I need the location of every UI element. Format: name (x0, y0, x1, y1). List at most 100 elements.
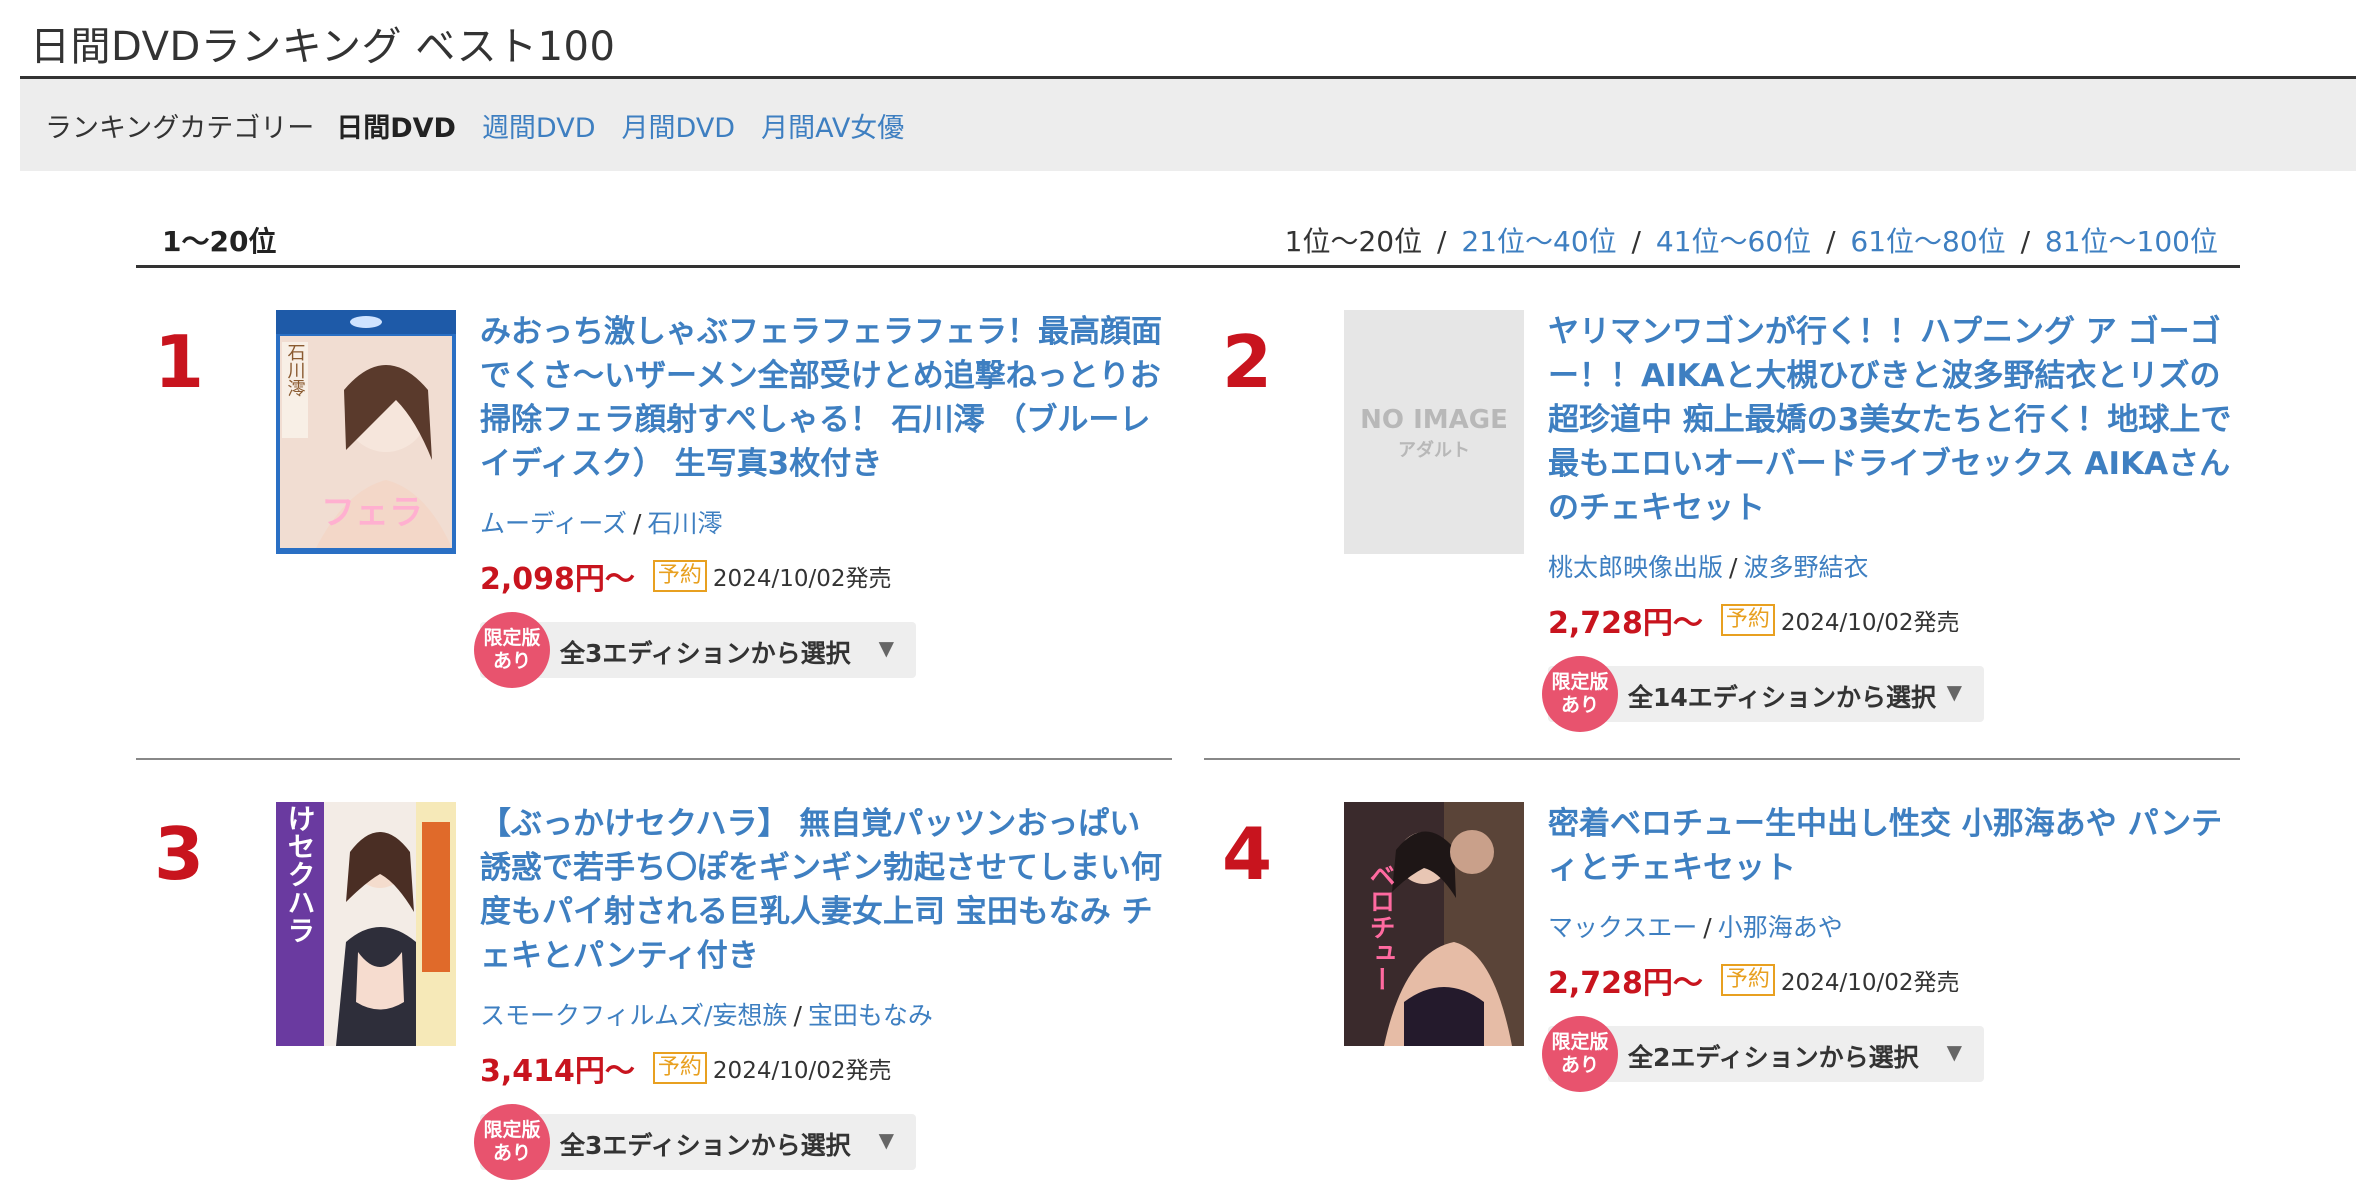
range-link-81-100[interactable]: 81位〜100位 (2045, 225, 2218, 258)
svg-text:ぶっかけセクハラ: ぶっかけセクハラ (284, 802, 317, 944)
meta-separator: / (633, 509, 642, 538)
limited-badge-line1: 限定版 (1551, 671, 1609, 693)
rank-number: 1 (153, 320, 205, 404)
svg-text:ベロチュー: ベロチュー (1365, 862, 1395, 992)
release-date: 2024/10/02発売 (712, 1058, 892, 1084)
product-info: みおっち激しゃぶフェラフェラフェラ！最高顔面でくさ〜いザーメン全部受けとめ追撃ね… (474, 310, 1170, 688)
edition-row: 限定版 あり 全14エディションから選択 ▼ (1542, 656, 2238, 732)
range-separator: / (1631, 225, 1641, 258)
limited-badge-line1: 限定版 (483, 627, 541, 649)
range-current-heading: 1〜20位 (162, 225, 277, 258)
limited-badge-line2: あり (492, 650, 531, 672)
range-link-61-80[interactable]: 61位〜80位 (1850, 225, 2005, 258)
no-image-placeholder: NO IMAGE アダルト (1344, 310, 1524, 554)
caret-down-icon: ▼ (878, 1128, 894, 1152)
reservation-badge: 予約 (1720, 964, 1775, 996)
product-thumbnail[interactable]: NO IMAGE アダルト (1344, 310, 1524, 554)
product-info: 【ぶっかけセクハラ】 無自覚パッツンおっぱい誘惑で若手ち〇ぽをギンギン勃起させて… (474, 802, 1170, 1180)
product-thumbnail[interactable]: ぶっかけセクハラ (276, 802, 456, 1046)
reservation-badge: 予約 (1720, 604, 1775, 636)
price: 2,098円〜 (480, 562, 635, 597)
product-title-link[interactable]: みおっち激しゃぶフェラフェラフェラ！最高顔面でくさ〜いザーメン全部受けとめ追撃ね… (480, 310, 1170, 486)
product-meta: マックスエー / 小那海あや (1548, 908, 2238, 944)
price: 2,728円〜 (1548, 966, 1703, 1001)
limited-badge-line2: あり (492, 1142, 531, 1164)
reservation-badge: 予約 (652, 560, 707, 592)
product-thumbnail[interactable]: 石川澪 フェラ (276, 310, 456, 554)
range-header: 1〜20位 1位〜20位 / 21位〜40位 / 41位〜60位 / 61位〜8… (136, 208, 2240, 268)
bluray-cover-image: 石川澪 フェラ (276, 310, 456, 554)
edition-select-label: 全14エディションから選択 (1628, 683, 1937, 712)
caret-down-icon: ▼ (1946, 680, 1962, 704)
release-date: 2024/10/02発売 (1780, 970, 1960, 996)
meta-separator: / (1729, 553, 1738, 582)
limited-badge-line1: 限定版 (483, 1119, 541, 1141)
rank-number: 2 (1221, 320, 1273, 404)
svg-text:アダルト: アダルト (1398, 439, 1470, 461)
product-meta: ムーディーズ / 石川澪 (480, 504, 1170, 540)
meta-separator: / (793, 1001, 802, 1030)
range-separator: / (1826, 225, 1836, 258)
ranking-category-bar: ランキングカテゴリー 日間DVD 週間DVD 月間DVD 月間AV女優 (20, 79, 2356, 171)
dvd-cover-image: ベロチュー (1344, 802, 1524, 1046)
edition-select-label: 全3エディションから選択 (560, 639, 851, 668)
caret-down-icon: ▼ (1946, 1040, 1962, 1064)
actress-link[interactable]: 波多野結衣 (1743, 553, 1868, 582)
edition-row: 限定版 あり 全3エディションから選択 ▼ (474, 1104, 1170, 1180)
edition-row: 限定版 あり 全2エディションから選択 ▼ (1542, 1016, 2238, 1092)
maker-link[interactable]: スモークフィルムズ/妄想族 (480, 1001, 787, 1030)
product-title-link[interactable]: ヤリマンワゴンが行く！！ハプニング ア ゴーゴー！！AIKAと大槻ひびきと波多野… (1548, 310, 2238, 530)
maker-link[interactable]: マックスエー (1548, 913, 1697, 942)
actress-link[interactable]: 石川澪 (647, 509, 722, 538)
category-link-monthly-av-actress[interactable]: 月間AV女優 (761, 106, 904, 145)
product-title-link[interactable]: 【ぶっかけセクハラ】 無自覚パッツンおっぱい誘惑で若手ち〇ぽをギンギン勃起させて… (480, 802, 1170, 978)
category-current-daily-dvd: 日間DVD (336, 112, 456, 144)
page-title: 日間DVDランキング ベスト100 (30, 24, 616, 70)
limited-edition-badge: 限定版 あり (474, 1104, 550, 1180)
product-title-link[interactable]: 密着ベロチュー生中出し性交 小那海あや パンティとチェキセット (1548, 802, 2238, 890)
range-separator: / (1437, 225, 1447, 258)
product-info: ヤリマンワゴンが行く！！ハプニング ア ゴーゴー！！AIKAと大槻ひびきと波多野… (1542, 310, 2238, 732)
product-info: 密着ベロチュー生中出し性交 小那海あや パンティとチェキセット マックスエー / 小… (1542, 802, 2238, 1092)
product-thumbnail[interactable]: ベロチュー (1344, 802, 1524, 1046)
rank-number: 4 (1221, 812, 1273, 896)
edition-row: 限定版 あり 全3エディションから選択 ▼ (474, 612, 1170, 688)
price-row: 2,728円〜 予約 2024/10/02発売 (1548, 598, 2238, 642)
edition-select-label: 全3エディションから選択 (560, 1131, 851, 1160)
limited-edition-badge: 限定版 あり (1542, 1016, 1618, 1092)
price: 2,728円〜 (1548, 606, 1703, 641)
reservation-badge: 予約 (652, 1052, 707, 1084)
range-link-21-40[interactable]: 21位〜40位 (1461, 225, 1616, 258)
svg-text:フェラ: フェラ (321, 493, 423, 533)
caret-down-icon: ▼ (878, 636, 894, 660)
meta-separator: / (1703, 913, 1712, 942)
limited-edition-badge: 限定版 あり (474, 612, 550, 688)
limited-badge-line1: 限定版 (1551, 1031, 1609, 1053)
range-separator: / (2020, 225, 2031, 258)
limited-edition-badge: 限定版 あり (1542, 656, 1618, 732)
price-row: 3,414円〜 予約 2024/10/02発売 (480, 1046, 1170, 1090)
category-link-monthly-dvd[interactable]: 月間DVD (622, 106, 736, 145)
svg-text:NO IMAGE: NO IMAGE (1360, 405, 1508, 435)
svg-text:石川澪: 石川澪 (285, 343, 306, 397)
product-meta: スモークフィルムズ/妄想族 / 宝田もなみ (480, 996, 1170, 1032)
price-row: 2,728円〜 予約 2024/10/02発売 (1548, 958, 2238, 1002)
row-divider (136, 758, 1172, 760)
release-date: 2024/10/02発売 (1780, 610, 1960, 636)
price: 3,414円〜 (480, 1054, 635, 1089)
actress-link[interactable]: 小那海あや (1718, 913, 1843, 942)
dvd-cover-image: ぶっかけセクハラ (276, 802, 456, 1046)
edition-select-label: 全2エディションから選択 (1628, 1043, 1919, 1072)
category-link-weekly-dvd[interactable]: 週間DVD (482, 106, 596, 145)
maker-link[interactable]: ムーディーズ (480, 509, 627, 538)
range-current: 1位〜20位 (1284, 225, 1423, 258)
maker-link[interactable]: 桃太郎映像出版 (1548, 553, 1723, 582)
range-pagination: 1位〜20位 / 21位〜40位 / 41位〜60位 / 61位〜80位 / 8… (1285, 220, 2218, 260)
limited-badge-line2: あり (1560, 694, 1599, 716)
rank-number: 3 (153, 812, 205, 896)
range-link-41-60[interactable]: 41位〜60位 (1656, 225, 1811, 258)
product-meta: 桃太郎映像出版 / 波多野結衣 (1548, 548, 2238, 584)
actress-link[interactable]: 宝田もなみ (808, 1001, 933, 1030)
limited-badge-line2: あり (1560, 1054, 1599, 1076)
release-date: 2024/10/02発売 (712, 566, 892, 592)
